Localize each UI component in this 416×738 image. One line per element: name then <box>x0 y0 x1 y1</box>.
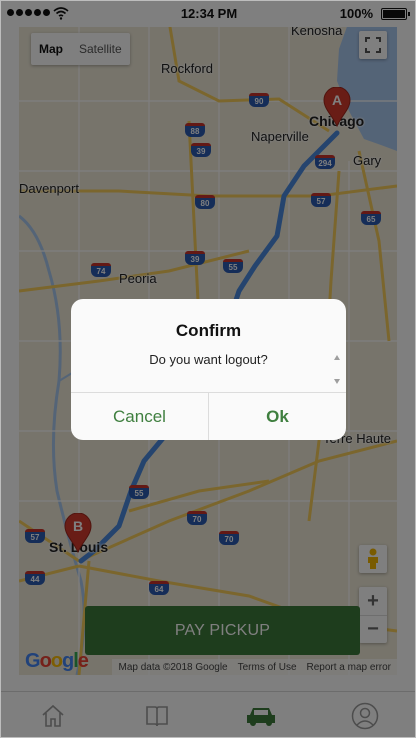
dialog-title: Confirm <box>175 321 242 340</box>
scroll-down-icon[interactable] <box>334 379 340 384</box>
dialog-actions: Cancel Ok <box>71 392 346 440</box>
ok-button[interactable]: Ok <box>208 393 346 440</box>
scroll-up-icon[interactable] <box>334 355 340 360</box>
phone-frame: 12:34 PM 100% <box>0 0 416 738</box>
cancel-button[interactable]: Cancel <box>71 393 208 440</box>
confirm-dialog: Confirm Do you want logout? Cancel Ok <box>71 299 346 440</box>
dialog-message: Do you want logout? <box>149 352 268 367</box>
